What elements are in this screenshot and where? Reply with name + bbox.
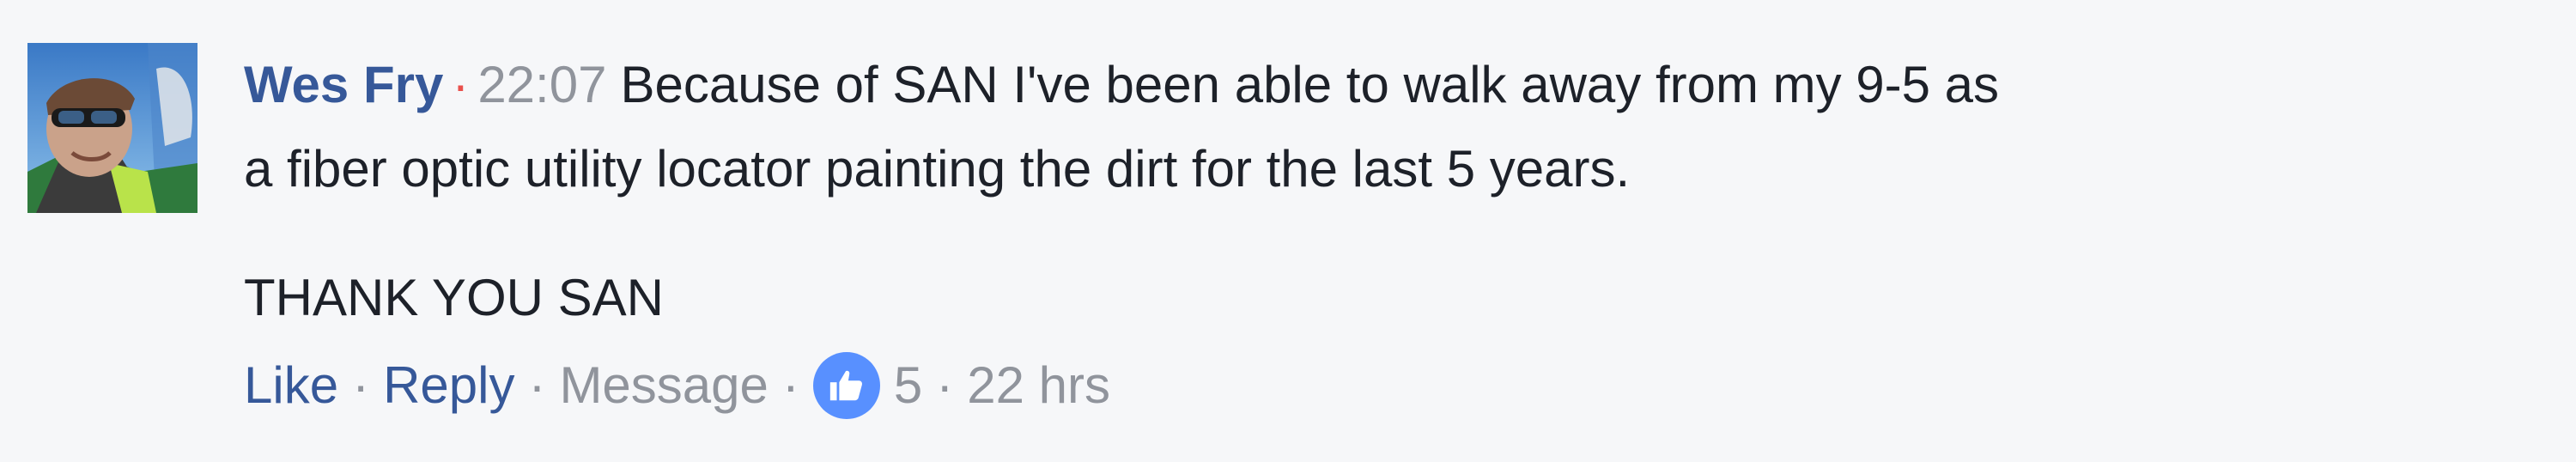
comment-body-line-1: Wes Fry · 22:07 Because of SAN I've been ab… [244, 43, 2528, 127]
action-separator: · [781, 356, 799, 414]
like-button[interactable]: Like [244, 343, 338, 428]
comment: Wes Fry · 22:07 Because of SAN I've been ab… [0, 0, 2576, 462]
comment-actions: Like · Reply · Message · 5 · 22 hrs [244, 343, 2528, 428]
reply-button[interactable]: Reply [383, 343, 514, 428]
avatar[interactable] [27, 43, 197, 213]
action-separator: · [528, 356, 546, 414]
comment-content: Wes Fry · 22:07 Because of SAN I've been ab… [244, 43, 2528, 428]
comment-body-line-2: a fiber optic utility locator painting t… [244, 127, 2528, 211]
author-name-link[interactable]: Wes Fry [244, 56, 443, 113]
comment-timestamp[interactable]: 22:07 [477, 56, 606, 113]
comment-age[interactable]: 22 hrs [967, 343, 1110, 428]
comment-body-paragraph-2: THANK YOU SAN [244, 256, 2528, 340]
thumbs-up-icon[interactable] [812, 352, 880, 419]
user-photo-avatar [27, 43, 197, 213]
separator-dot: · [452, 56, 470, 113]
action-separator: · [936, 356, 954, 414]
comment-text-line-1: Because of SAN I've been able to walk aw… [620, 56, 2000, 113]
comment-text-para-2: THANK YOU SAN [244, 269, 664, 326]
action-separator: · [352, 356, 370, 414]
message-button[interactable]: Message [559, 343, 768, 428]
like-count[interactable]: 5 [894, 343, 922, 428]
comment-text-line-2: a fiber optic utility locator painting t… [244, 140, 1631, 198]
